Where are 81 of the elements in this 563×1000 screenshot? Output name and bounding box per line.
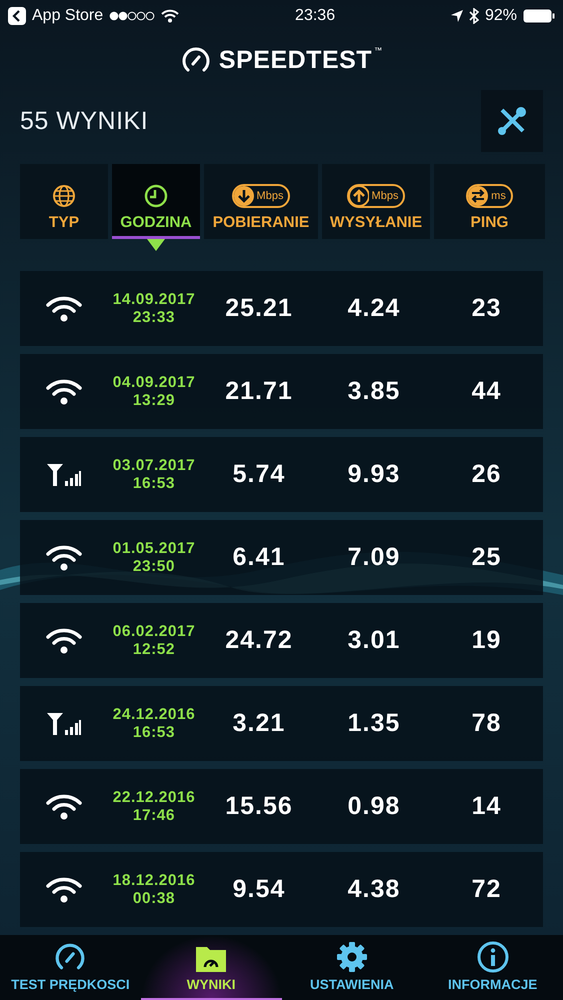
info-icon: [476, 941, 509, 973]
date-time-text: 22.12.2016 17:46: [112, 788, 196, 824]
upload-value: 0.98: [348, 792, 400, 821]
tools-icon: [496, 105, 528, 137]
result-row[interactable]: 06.02.2017 12:52 24.72 3.01 19: [20, 603, 543, 678]
date-time-text: 06.02.2017 12:52: [112, 622, 196, 658]
upload-value: 4.38: [348, 875, 400, 904]
back-icon[interactable]: [8, 7, 26, 25]
exchange-arrows-icon: [468, 186, 488, 206]
column-header-tab[interactable]: Mbps WYSYŁANIE: [322, 164, 430, 239]
wifi-status-icon: [161, 9, 180, 23]
column-header-tab[interactable]: TYP: [20, 164, 108, 239]
sort-arrow-icon: [147, 239, 165, 251]
settings-icon: [336, 941, 368, 973]
download-value: 25.21: [225, 294, 293, 323]
download-value: 3.21: [232, 709, 286, 738]
clock-icon: [144, 184, 168, 208]
result-row[interactable]: 01.05.2017 23:50 6.41 7.09 25: [20, 520, 543, 595]
cellular-icon: [46, 462, 82, 488]
ping-value: 25: [472, 543, 502, 572]
date-time-text: 18.12.2016 00:38: [112, 872, 196, 908]
cellular-icon: [46, 710, 82, 736]
signal-icon: [109, 11, 156, 21]
result-row[interactable]: 18.12.2016 00:38 9.54 4.38 72: [20, 852, 543, 927]
wifi-icon: [46, 378, 82, 404]
bluetooth-icon: [468, 8, 479, 24]
upload-value: 3.01: [348, 626, 400, 655]
date-time-text: 03.07.2017 16:53: [112, 456, 196, 492]
battery-icon: [523, 9, 556, 23]
battery-percent: 92%: [484, 7, 518, 25]
download-value: 15.56: [225, 792, 293, 821]
clock-time: 23:36: [295, 7, 336, 25]
ping-value: 72: [472, 875, 502, 904]
download-value: 6.41: [232, 543, 286, 572]
back-app-label[interactable]: App Store: [32, 7, 104, 25]
upload-value: 1.35: [348, 709, 400, 738]
nav-tab[interactable]: INFORMACJE: [422, 935, 563, 1000]
result-row[interactable]: 14.09.2017 23:33 25.21 4.24 23: [20, 271, 543, 346]
ping-value: 14: [472, 792, 502, 821]
download-value: 9.54: [232, 875, 286, 904]
result-row[interactable]: 24.12.2016 16:53 3.21 1.35 78: [20, 686, 543, 761]
ping-value: 23: [472, 294, 502, 323]
column-header-tab[interactable]: ms PING: [434, 164, 545, 239]
wifi-icon: [46, 876, 82, 902]
date-time-text: 14.09.2017 23:33: [112, 290, 196, 326]
column-header-tab[interactable]: GODZINA: [112, 164, 200, 239]
date-time-text: 01.05.2017 23:50: [112, 540, 196, 576]
nav-tab[interactable]: USTAWIENIA: [282, 935, 422, 1000]
download-value: 21.71: [225, 377, 293, 406]
download-value: 5.74: [232, 460, 286, 489]
result-row[interactable]: 22.12.2016 17:46 15.56 0.98 14: [20, 769, 543, 844]
upload-value: 3.85: [348, 377, 400, 406]
upload-value: 7.09: [348, 543, 400, 572]
wifi-icon: [46, 628, 82, 654]
location-icon: [450, 10, 463, 22]
wifi-icon: [46, 544, 82, 570]
nav-tab[interactable]: WYNIKI: [140, 935, 282, 1000]
upload-arrow-icon: [348, 186, 369, 206]
tools-button[interactable]: [481, 90, 543, 152]
unit-label: Mbps: [256, 190, 284, 202]
results-count: 55 WYNIKI: [20, 106, 148, 136]
ping-value: 19: [472, 626, 502, 655]
result-row[interactable]: 04.09.2017 13:29 21.71 3.85 44: [20, 354, 543, 429]
column-header-tab[interactable]: Mbps POBIERANIE: [204, 164, 318, 239]
ping-value: 44: [472, 377, 502, 406]
nav-tab[interactable]: TEST PRĘDKOSCI: [0, 935, 141, 1000]
download-value: 24.72: [225, 626, 293, 655]
trademark-mark: ™: [374, 46, 382, 55]
ping-value: 26: [472, 460, 502, 489]
date-time-text: 24.12.2016 16:53: [112, 706, 196, 742]
date-time-text: 04.09.2017 13:29: [112, 374, 196, 410]
upload-value: 4.24: [348, 294, 400, 323]
result-row[interactable]: 03.07.2017 16:53 5.74 9.93 26: [20, 437, 543, 512]
wifi-icon: [46, 296, 82, 322]
upload-value: 9.93: [348, 460, 400, 489]
ping-value: 78: [472, 709, 502, 738]
unit-label: Mbps: [372, 190, 398, 202]
wifi-icon: [46, 794, 82, 820]
unit-label: ms: [491, 190, 506, 202]
app-logo-text: SPEEDTEST: [218, 46, 372, 74]
globe-icon: [52, 184, 76, 208]
